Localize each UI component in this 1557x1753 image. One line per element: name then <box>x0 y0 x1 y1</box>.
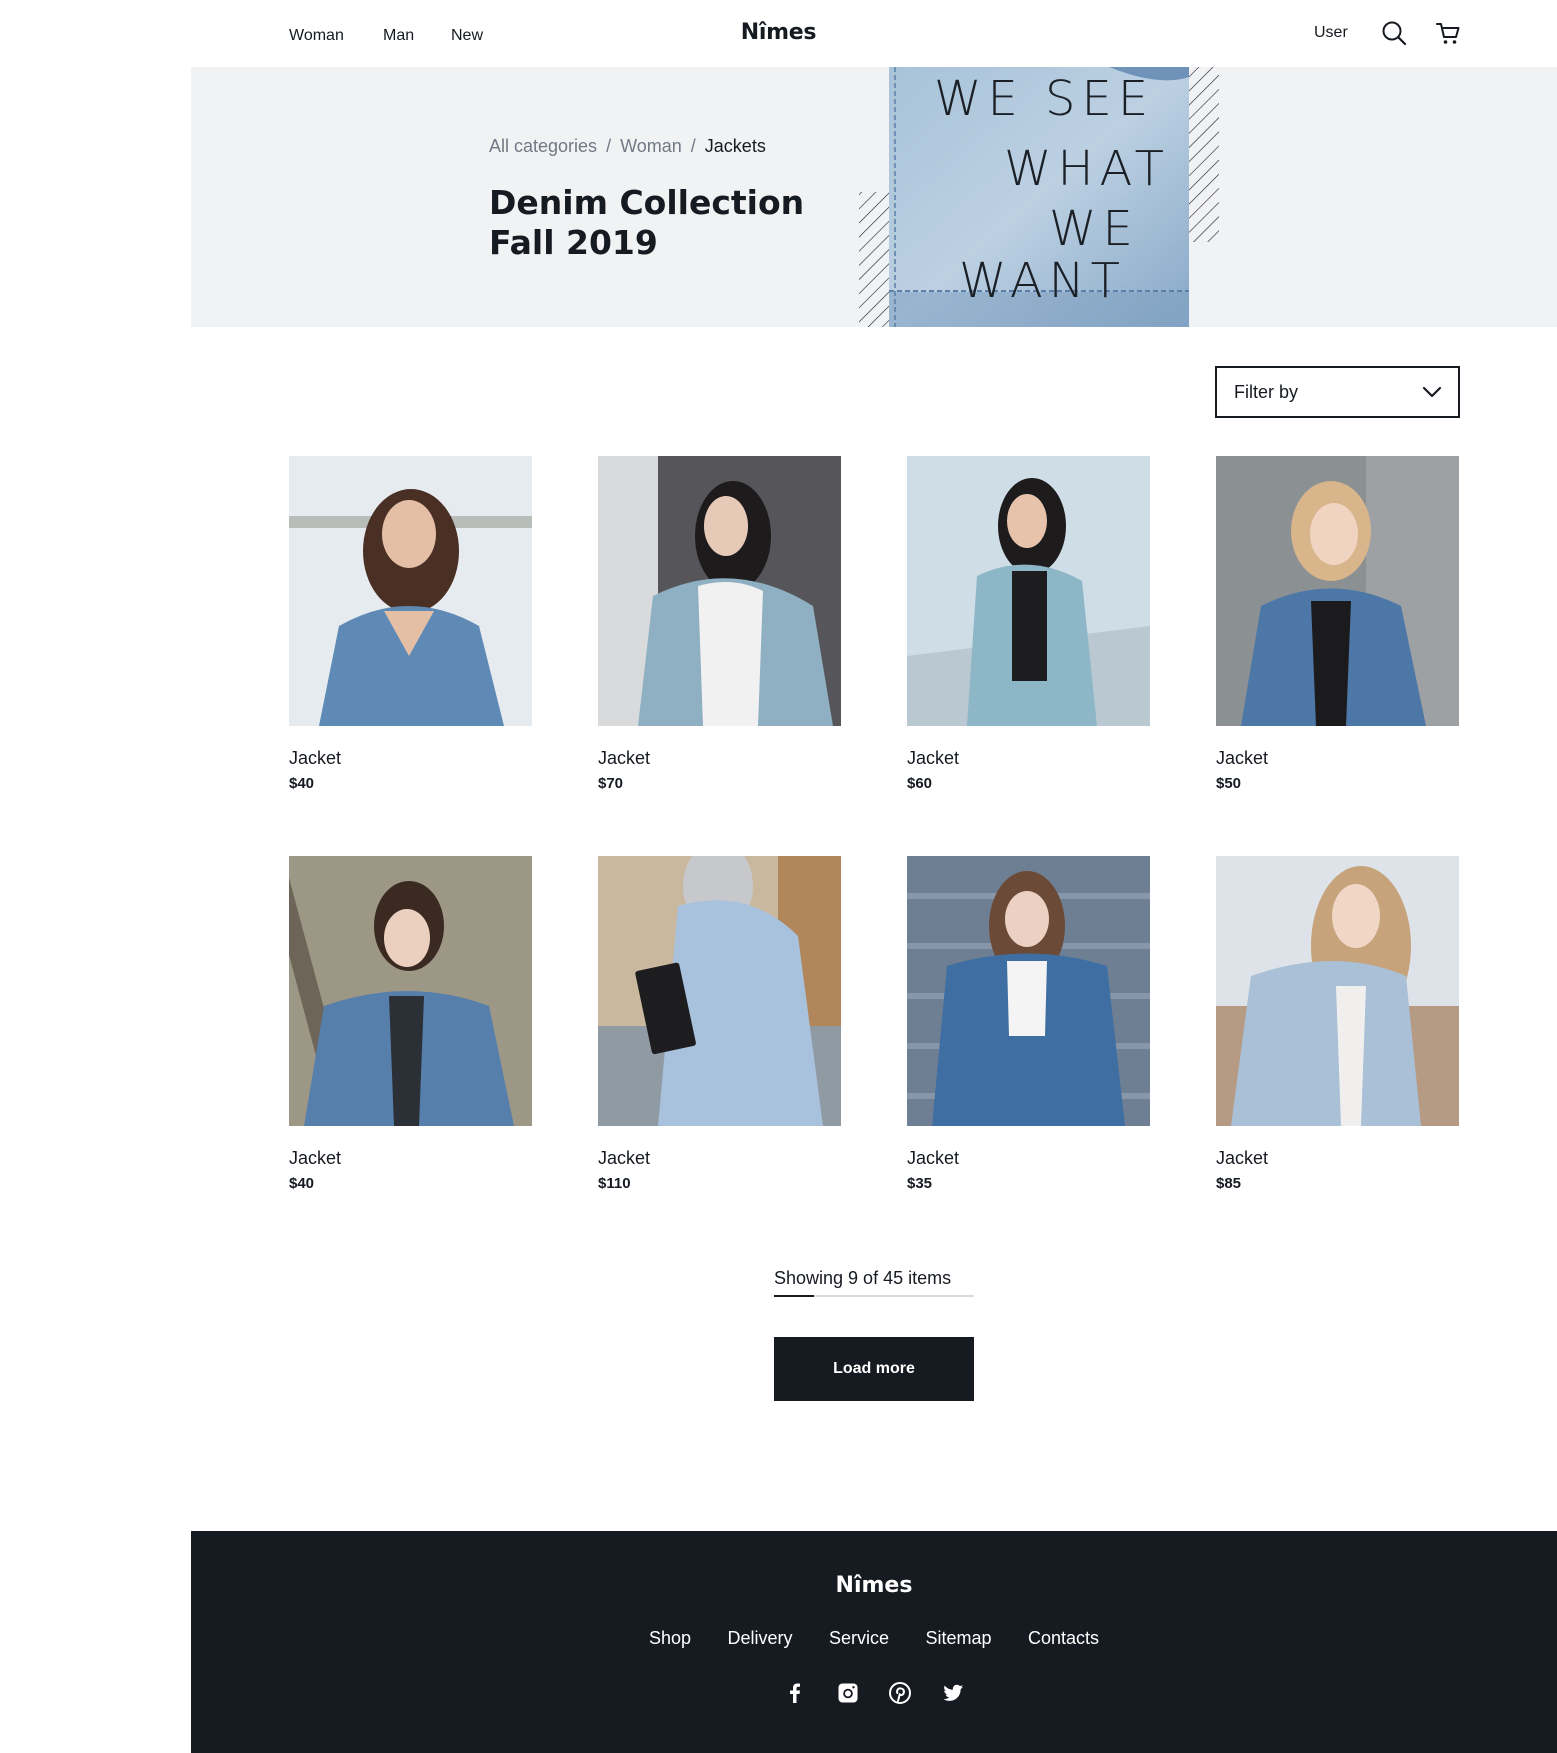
hatch-decoration-right <box>1187 67 1219 242</box>
items-count-text: Showing 9 of 45 items <box>774 1268 952 1288</box>
cart-icon[interactable] <box>1435 20 1461 46</box>
breadcrumb-separator: / <box>606 136 612 156</box>
product-image[interactable] <box>1216 456 1459 726</box>
breadcrumb-jackets: Jackets <box>704 136 766 156</box>
twitter-icon[interactable] <box>941 1681 965 1705</box>
hero-banner: All categories / Woman / Jackets Denim Colle… <box>191 67 1557 327</box>
footer-link-delivery[interactable]: Delivery <box>728 1628 793 1649</box>
page-title-line2: Fall 2019 <box>489 223 658 262</box>
breadcrumb-woman[interactable]: Woman <box>620 136 682 156</box>
items-progress-bar <box>774 1295 974 1297</box>
filter-label: Filter by <box>1234 382 1299 402</box>
site-footer: Nîmes Shop Delivery Service Sitemap Cont… <box>191 1531 1557 1753</box>
product-name: Jacket <box>907 1148 960 1168</box>
breadcrumb-separator: / <box>690 136 696 156</box>
instagram-icon[interactable] <box>836 1681 860 1705</box>
product-price: $35 <box>907 1175 933 1192</box>
breadcrumb: All categories / Woman / Jackets <box>489 136 766 157</box>
page-title-line1: Denim Collection <box>489 183 805 222</box>
product-name: Jacket <box>1216 748 1269 768</box>
product-image[interactable] <box>598 456 841 726</box>
footer-nav: Shop Delivery Service Sitemap Contacts <box>191 1628 1557 1649</box>
product-card[interactable]: Jacket $50 <box>1216 456 1459 792</box>
hero-image-text-3: WE <box>1049 201 1139 257</box>
user-link[interactable]: User <box>1314 24 1348 42</box>
footer-link-sitemap[interactable]: Sitemap <box>925 1628 991 1649</box>
product-card[interactable]: Jacket $35 <box>907 856 1150 1192</box>
product-card[interactable]: Jacket $110 <box>598 856 841 1192</box>
product-name: Jacket <box>289 748 342 768</box>
breadcrumb-all-categories[interactable]: All categories <box>489 136 597 156</box>
product-card[interactable]: Jacket $70 <box>598 456 841 792</box>
hero-image-text-1: WE SEE <box>934 71 1154 127</box>
product-image[interactable] <box>598 856 841 1126</box>
product-image[interactable] <box>907 856 1150 1126</box>
social-links <box>191 1681 1557 1705</box>
footer-link-contacts[interactable]: Contacts <box>1028 1628 1099 1649</box>
product-name: Jacket <box>598 1148 651 1168</box>
product-name: Jacket <box>598 748 651 768</box>
load-more-button[interactable]: Load more <box>774 1337 974 1401</box>
footer-logo[interactable]: Nîmes <box>191 1573 1557 1598</box>
product-price: $70 <box>598 775 624 792</box>
page-title: Denim Collection Fall 2019 <box>489 183 804 263</box>
chevron-down-icon <box>1422 386 1442 398</box>
footer-link-service[interactable]: Service <box>829 1628 889 1649</box>
product-price: $110 <box>598 1175 631 1192</box>
search-icon[interactable] <box>1381 20 1407 46</box>
items-progress-fill <box>774 1295 814 1297</box>
hero-denim-image: WE SEE WHAT WE WANT <box>859 67 1219 327</box>
product-card[interactable]: Jacket $60 <box>907 456 1150 792</box>
product-price: $50 <box>1216 775 1242 792</box>
product-price: $60 <box>907 775 933 792</box>
product-image[interactable] <box>907 456 1150 726</box>
hatch-decoration-left <box>859 192 891 327</box>
product-image[interactable] <box>289 456 532 726</box>
product-image[interactable] <box>289 856 532 1126</box>
filter-dropdown[interactable]: Filter by <box>1215 366 1460 418</box>
hero-image-text-2: WHAT <box>1004 141 1170 197</box>
product-price: $40 <box>289 775 315 792</box>
product-card[interactable]: Jacket $40 <box>289 856 532 1192</box>
facebook-icon[interactable] <box>783 1681 807 1705</box>
product-card[interactable]: Jacket $40 <box>289 456 532 792</box>
product-name: Jacket <box>1216 1148 1269 1168</box>
hero-image-text-4: WANT <box>959 253 1126 309</box>
footer-link-shop[interactable]: Shop <box>649 1628 691 1649</box>
product-price: $85 <box>1216 1175 1242 1192</box>
product-card[interactable]: Jacket $85 <box>1216 856 1459 1192</box>
product-price: $40 <box>289 1175 315 1192</box>
pinterest-icon[interactable] <box>888 1681 912 1705</box>
product-image[interactable] <box>1216 856 1459 1126</box>
product-name: Jacket <box>289 1148 342 1168</box>
site-header: Woman Man New Nîmes User <box>0 0 1557 67</box>
product-name: Jacket <box>907 748 960 768</box>
